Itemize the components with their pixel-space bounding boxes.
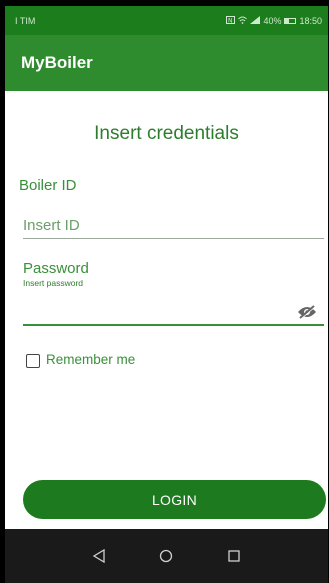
wifi-icon bbox=[238, 16, 248, 26]
svg-text:N: N bbox=[228, 17, 233, 24]
recents-square-icon[interactable] bbox=[223, 545, 245, 567]
status-indicators: N 40% 18:50 bbox=[226, 15, 322, 26]
back-triangle-icon[interactable] bbox=[88, 545, 110, 567]
boiler-id-label: Boiler ID bbox=[19, 177, 77, 194]
page-title: Insert credentials bbox=[94, 123, 239, 144]
app-screen: I TIM N 40% 18:50 MyBoiler Insert creden… bbox=[5, 6, 328, 583]
boiler-id-underline bbox=[23, 238, 324, 239]
battery-icon bbox=[284, 17, 297, 24]
nfc-icon: N bbox=[226, 15, 236, 26]
remember-me-checkbox[interactable] bbox=[26, 354, 40, 368]
password-hint: Insert password bbox=[23, 278, 83, 288]
system-nav-bar bbox=[5, 529, 328, 583]
home-circle-icon[interactable] bbox=[155, 545, 177, 567]
battery-percent: 40% bbox=[263, 15, 282, 26]
remember-me-label[interactable]: Remember me bbox=[46, 352, 135, 367]
password-label: Password bbox=[23, 260, 89, 277]
app-bar: MyBoiler bbox=[5, 35, 328, 91]
carrier-label: I TIM bbox=[15, 15, 36, 26]
app-title: MyBoiler bbox=[21, 53, 93, 72]
status-bar: I TIM N 40% 18:50 bbox=[5, 6, 328, 35]
signal-icon bbox=[250, 15, 261, 26]
login-button[interactable]: LOGIN bbox=[23, 480, 326, 519]
password-underline bbox=[23, 324, 324, 326]
login-button-label: LOGIN bbox=[151, 491, 198, 508]
password-input[interactable] bbox=[23, 301, 288, 323]
boiler-id-input[interactable] bbox=[23, 214, 324, 236]
eye-off-icon[interactable] bbox=[296, 304, 318, 320]
clock: 18:50 bbox=[299, 15, 322, 26]
